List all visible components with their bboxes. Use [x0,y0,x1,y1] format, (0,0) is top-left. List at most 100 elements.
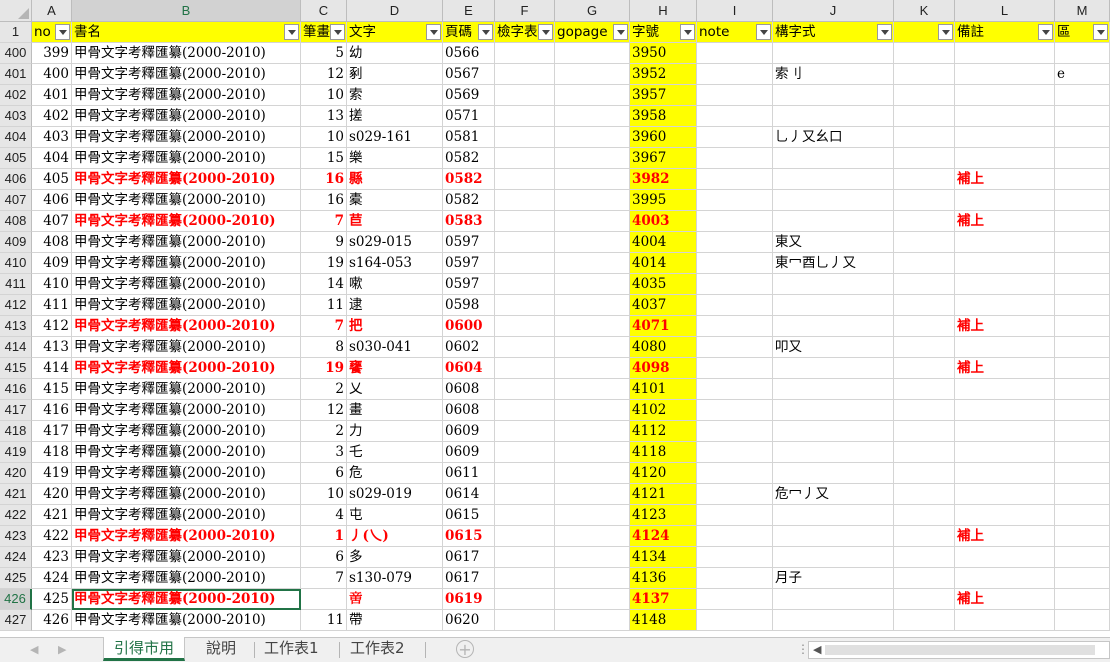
cell-char[interactable]: 索 [347,85,443,106]
cell-book[interactable]: 甲骨文字考釋匯纂(2000-2010) [72,547,301,568]
cell-area[interactable] [1055,610,1110,631]
cell-no[interactable]: 421 [32,505,72,526]
cell-form[interactable]: 東冖酉乚丿又 [773,253,894,274]
column-header-a[interactable]: A [32,0,72,22]
cell-note[interactable] [697,568,773,589]
cell-gopage[interactable] [555,379,630,400]
cell-page[interactable]: 0615 [443,526,495,547]
filter-dropdown-icon[interactable] [1093,24,1108,40]
sheet-tab-active[interactable]: 引得市用 [103,637,186,661]
cell-page[interactable]: 0614 [443,484,495,505]
cell-char[interactable]: 力 [347,421,443,442]
cell-gopage[interactable] [555,43,630,64]
cell-char[interactable]: 橐 [347,190,443,211]
column-header-b[interactable]: B [72,0,301,22]
cell-gopage[interactable] [555,505,630,526]
cell-page[interactable]: 0615 [443,505,495,526]
cell-char[interactable]: 縣 [347,169,443,190]
cell-char[interactable]: 多 [347,547,443,568]
cell-strokes[interactable]: 3 [301,442,347,463]
cell-k[interactable] [894,442,955,463]
cell-number[interactable]: 4004 [630,232,697,253]
cell-char[interactable]: s029-019 [347,484,443,505]
cell-remark[interactable]: 補上 [955,316,1055,337]
cell-book[interactable]: 甲骨文字考釋匯纂(2000-2010) [72,295,301,316]
cell-no[interactable]: 399 [32,43,72,64]
cell-form[interactable] [773,211,894,232]
cell-k[interactable] [894,85,955,106]
cell-no[interactable]: 403 [32,127,72,148]
cell-gopage[interactable] [555,295,630,316]
cell-index[interactable] [495,127,555,148]
cell-index[interactable] [495,43,555,64]
filter-dropdown-icon[interactable] [426,24,441,40]
cell-book[interactable]: 甲骨文字考釋匯纂(2000-2010) [72,379,301,400]
cell-page[interactable]: 0581 [443,127,495,148]
cell-gopage[interactable] [555,610,630,631]
cell-area[interactable] [1055,190,1110,211]
sheet-tab[interactable]: 工作表1 [254,637,329,661]
cell-area[interactable] [1055,526,1110,547]
cell-page[interactable]: 0571 [443,106,495,127]
cell-char[interactable]: s030-041 [347,337,443,358]
scrollbar-thumb[interactable] [825,645,1095,655]
cell-form[interactable] [773,421,894,442]
cell-book[interactable]: 甲骨文字考釋匯纂(2000-2010) [72,484,301,505]
cell-strokes[interactable]: 10 [301,85,347,106]
cell-gopage[interactable] [555,106,630,127]
cell-note[interactable] [697,274,773,295]
column-header-i[interactable]: I [697,0,773,22]
cell-number[interactable]: 4101 [630,379,697,400]
cell-book[interactable]: 甲骨文字考釋匯纂(2000-2010) [72,211,301,232]
cell-index[interactable] [495,85,555,106]
cell-char[interactable]: 屯 [347,505,443,526]
cell-no[interactable]: 425 [32,589,72,610]
cell-strokes[interactable]: 6 [301,463,347,484]
cell-index[interactable] [495,505,555,526]
cell-k[interactable] [894,568,955,589]
cell-strokes[interactable]: 10 [301,484,347,505]
cell-no[interactable]: 417 [32,421,72,442]
cell-char[interactable]: 樂 [347,148,443,169]
cell-strokes[interactable]: 16 [301,169,347,190]
filter-dropdown-icon[interactable] [877,24,892,40]
cell-k[interactable] [894,295,955,316]
cell-area[interactable] [1055,400,1110,421]
cell-number[interactable]: 4134 [630,547,697,568]
cell-number[interactable]: 4120 [630,463,697,484]
cell-book[interactable]: 甲骨文字考釋匯纂(2000-2010) [72,43,301,64]
column-header-m[interactable]: M [1055,0,1110,22]
row-header[interactable]: 420 [0,463,32,484]
cell-note[interactable] [697,211,773,232]
cell-form[interactable] [773,547,894,568]
cell-gopage[interactable] [555,169,630,190]
cell-remark[interactable] [955,106,1055,127]
cell-k[interactable] [894,337,955,358]
cell-form[interactable] [773,316,894,337]
cell-char[interactable]: 逮 [347,295,443,316]
cell-k[interactable] [894,505,955,526]
cell-gopage[interactable] [555,85,630,106]
cell-form[interactable]: 乚丿又幺口 [773,127,894,148]
cell-form[interactable] [773,190,894,211]
cell-area[interactable] [1055,295,1110,316]
cell-note[interactable] [697,64,773,85]
sheet-tab[interactable]: 說明 [196,637,246,661]
cell-char[interactable]: 帶 [347,610,443,631]
cell-form[interactable] [773,442,894,463]
cell-book[interactable]: 甲骨文字考釋匯纂(2000-2010) [72,610,301,631]
column-header-e[interactable]: E [443,0,495,22]
cell-strokes[interactable]: 10 [301,127,347,148]
cell-char[interactable]: 饔 [347,358,443,379]
cell-char[interactable]: 乂 [347,379,443,400]
cell-form[interactable]: 索刂 [773,64,894,85]
cell-form[interactable] [773,610,894,631]
cell-note[interactable] [697,190,773,211]
cell-index[interactable] [495,442,555,463]
cell-page[interactable]: 0619 [443,589,495,610]
filter-dropdown-icon[interactable] [538,24,553,40]
cell-gopage[interactable] [555,463,630,484]
cell-index[interactable] [495,253,555,274]
cell-number[interactable]: 4035 [630,274,697,295]
cell-book[interactable]: 甲骨文字考釋匯纂(2000-2010) [72,316,301,337]
